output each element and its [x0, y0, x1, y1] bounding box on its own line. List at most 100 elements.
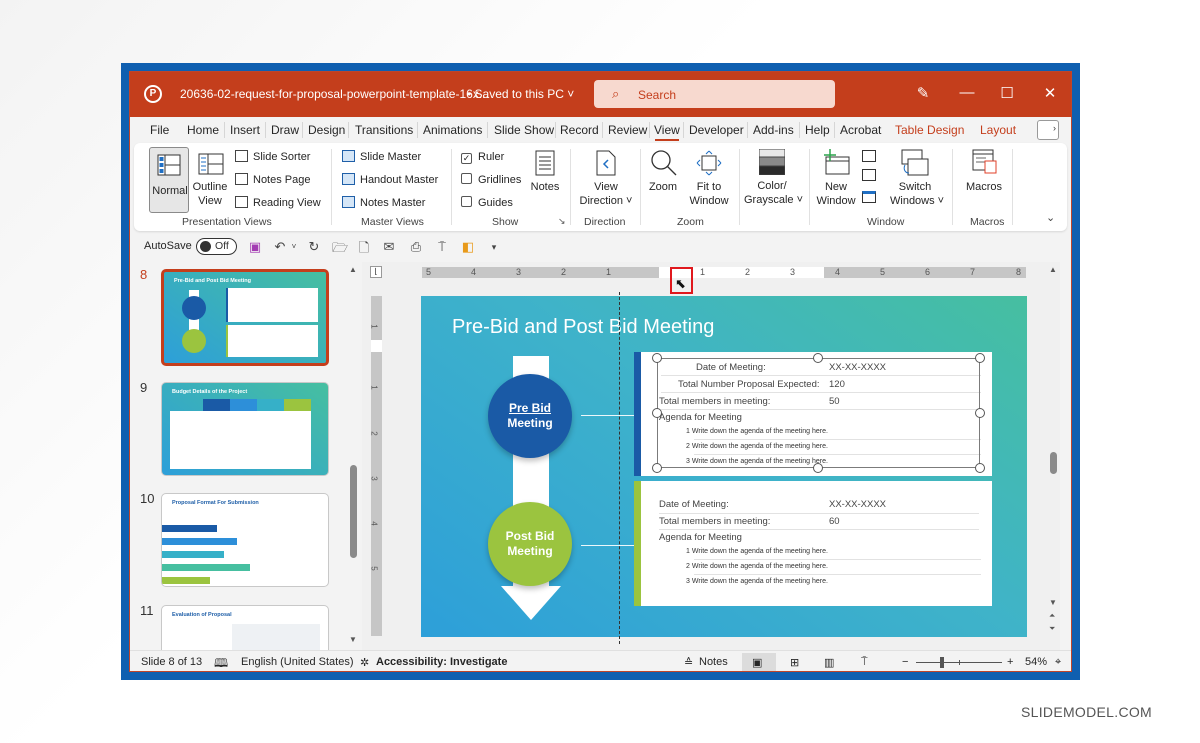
print-preview-icon[interactable]: ⎙ — [408, 239, 424, 255]
slide-scrollbar[interactable]: ▲ ▼ ⏶ ⏷ — [1048, 262, 1060, 650]
resize-handle[interactable] — [652, 463, 662, 473]
agenda-item[interactable]: 3 Write down the agenda of the meeting h… — [686, 578, 828, 585]
post-bid-circle[interactable]: Post Bid Meeting — [488, 502, 572, 586]
fit-slide-icon[interactable]: ⌖ — [1055, 656, 1061, 669]
slide-master-button[interactable]: Slide Master — [342, 149, 421, 165]
scrollbar-thumb[interactable] — [350, 465, 357, 558]
vertical-ruler[interactable]: 1 1 2 3 4 5 — [370, 296, 382, 636]
normal-view-status-icon[interactable]: ▣ — [752, 656, 762, 669]
reading-view-button[interactable]: Reading View — [235, 195, 321, 211]
ribbon-scroll-right-button[interactable]: › — [1037, 120, 1059, 140]
zoom-slider-knob[interactable] — [940, 657, 944, 668]
slide-canvas[interactable]: Pre-Bid and Post Bid Meeting Pre Bid Meet… — [421, 296, 1027, 637]
table-cell-label[interactable]: Total members in meeting: — [659, 516, 770, 527]
slide-sorter-status-icon[interactable]: ⊞ — [790, 656, 799, 669]
tab-acrobat[interactable]: Acrobat — [840, 123, 881, 137]
tab-help[interactable]: Help — [805, 123, 830, 137]
close-button[interactable]: ✕ — [1040, 84, 1060, 102]
handout-master-button[interactable]: Handout Master — [342, 172, 438, 188]
tab-developer[interactable]: Developer — [689, 123, 744, 137]
zoom-slider[interactable] — [916, 657, 1002, 668]
tab-layout[interactable]: Layout — [980, 123, 1016, 137]
previous-slide-icon[interactable]: ⏶ — [1049, 611, 1055, 621]
slide-thumbnail-11[interactable]: Evaluation of Proposal — [161, 605, 329, 650]
notes-toggle[interactable]: Notes — [699, 656, 728, 668]
designer-pen-icon[interactable]: ✎ — [913, 84, 933, 102]
scrollbar-thumb[interactable] — [1050, 452, 1057, 474]
resize-handle[interactable] — [652, 353, 662, 363]
tab-table-design[interactable]: Table Design — [895, 123, 964, 137]
zoom-out-button[interactable]: − — [902, 656, 908, 668]
search-box[interactable]: ⌕ Search — [594, 80, 835, 108]
slide-thumbnail-9[interactable]: Budget Details of the Project — [161, 382, 329, 476]
move-split-icon[interactable] — [862, 191, 876, 203]
tab-slide-show[interactable]: Slide Show — [494, 123, 554, 137]
minimize-button[interactable]: — — [957, 84, 977, 101]
resize-handle[interactable] — [975, 463, 985, 473]
gridlines-checkbox[interactable]: Gridlines — [461, 172, 521, 188]
slide-sorter-button[interactable]: Slide Sorter — [235, 149, 310, 165]
resize-handle[interactable] — [813, 463, 823, 473]
dialog-launcher-icon[interactable]: ↘ — [558, 216, 566, 227]
shape-fill-icon[interactable]: ◧ — [460, 239, 476, 255]
arrange-all-icon[interactable] — [862, 150, 876, 162]
accessibility-status[interactable]: Accessibility: Investigate — [376, 656, 507, 668]
save-status-dropdown[interactable]: • Saved to this PC ˅ — [467, 87, 574, 101]
tab-review[interactable]: Review — [608, 123, 647, 137]
zoom-level[interactable]: 54% — [1025, 656, 1047, 668]
tab-insert[interactable]: Insert — [230, 123, 260, 137]
agenda-item[interactable]: 1 Write down the agenda of the meeting h… — [686, 548, 828, 555]
slide-thumbnail-8[interactable]: Pre-Bid and Post Bid Meeting — [161, 269, 329, 366]
resize-handle[interactable] — [813, 353, 823, 363]
email-icon[interactable]: ✉ — [381, 239, 397, 255]
table-selection-frame[interactable] — [657, 358, 980, 468]
tab-add-ins[interactable]: Add-ins — [753, 123, 794, 137]
reading-view-status-icon[interactable]: ▥ — [824, 656, 834, 669]
autosave-toggle[interactable]: Off — [196, 238, 237, 255]
language-indicator[interactable]: English (United States) — [241, 656, 354, 668]
table-cell-value[interactable]: 60 — [829, 516, 840, 527]
spelling-book-icon[interactable]: 🕮 — [214, 654, 228, 671]
slide-thumbnail-10[interactable]: Proposal Format For Submission — [161, 493, 329, 587]
table-cell-value[interactable]: XX-XX-XXXX — [829, 499, 886, 510]
slide-title[interactable]: Pre-Bid and Post Bid Meeting — [452, 316, 714, 339]
agenda-label[interactable]: Agenda for Meeting — [659, 532, 742, 543]
tab-view[interactable]: View — [654, 123, 680, 141]
redo-icon[interactable]: ↻ — [306, 239, 322, 255]
normal-view-button[interactable]: Normal — [149, 147, 189, 213]
scroll-down-arrow-icon[interactable]: ▼ — [1049, 598, 1057, 607]
tab-home[interactable]: Home — [187, 123, 219, 137]
notes-master-button[interactable]: Notes Master — [342, 195, 425, 211]
maximize-button[interactable]: ☐ — [997, 84, 1017, 102]
customize-qat-icon[interactable]: ▾ — [486, 242, 502, 253]
scroll-up-arrow-icon[interactable]: ▲ — [1049, 265, 1057, 274]
guides-checkbox[interactable]: Guides — [461, 195, 513, 211]
table-cell-label[interactable]: Date of Meeting: — [659, 499, 729, 510]
ruler-checkbox[interactable]: ✓ Ruler — [461, 149, 504, 165]
tab-draw[interactable]: Draw — [271, 123, 299, 137]
resize-handle[interactable] — [975, 408, 985, 418]
resize-handle[interactable] — [975, 353, 985, 363]
tab-design[interactable]: Design — [308, 123, 345, 137]
collapse-ribbon-chevron-icon[interactable]: ⌄ — [1046, 211, 1055, 224]
tab-transitions[interactable]: Transitions — [355, 123, 413, 137]
undo-dropdown-icon[interactable]: ˅ — [286, 242, 302, 251]
tab-stop-selector[interactable]: ⌊ — [370, 266, 382, 278]
cascade-icon[interactable] — [862, 169, 876, 181]
tab-animations[interactable]: Animations — [423, 123, 482, 137]
slideshow-status-icon[interactable]: ⍑ — [861, 656, 868, 669]
scroll-down-arrow-icon[interactable]: ▼ — [349, 635, 357, 644]
thumbnail-scrollbar[interactable]: ▲ ▼ — [348, 262, 360, 650]
resize-handle[interactable] — [652, 408, 662, 418]
pre-bid-circle[interactable]: Pre Bid Meeting — [488, 374, 572, 458]
open-folder-icon[interactable]: 🗁 — [332, 239, 348, 261]
new-file-icon[interactable]: 🗋 — [356, 239, 372, 261]
save-icon[interactable]: ▣ — [247, 239, 263, 255]
tab-file[interactable]: File — [150, 123, 169, 137]
next-slide-icon[interactable]: ⏷ — [1049, 624, 1055, 634]
notes-page-button[interactable]: Notes Page — [235, 172, 310, 188]
zoom-in-button[interactable]: + — [1007, 656, 1013, 668]
horizontal-ruler[interactable]: 5 4 3 2 1 1 2 3 4 5 6 7 8 — [422, 267, 1026, 278]
tab-record[interactable]: Record — [560, 123, 599, 137]
agenda-item[interactable]: 2 Write down the agenda of the meeting h… — [686, 563, 828, 570]
